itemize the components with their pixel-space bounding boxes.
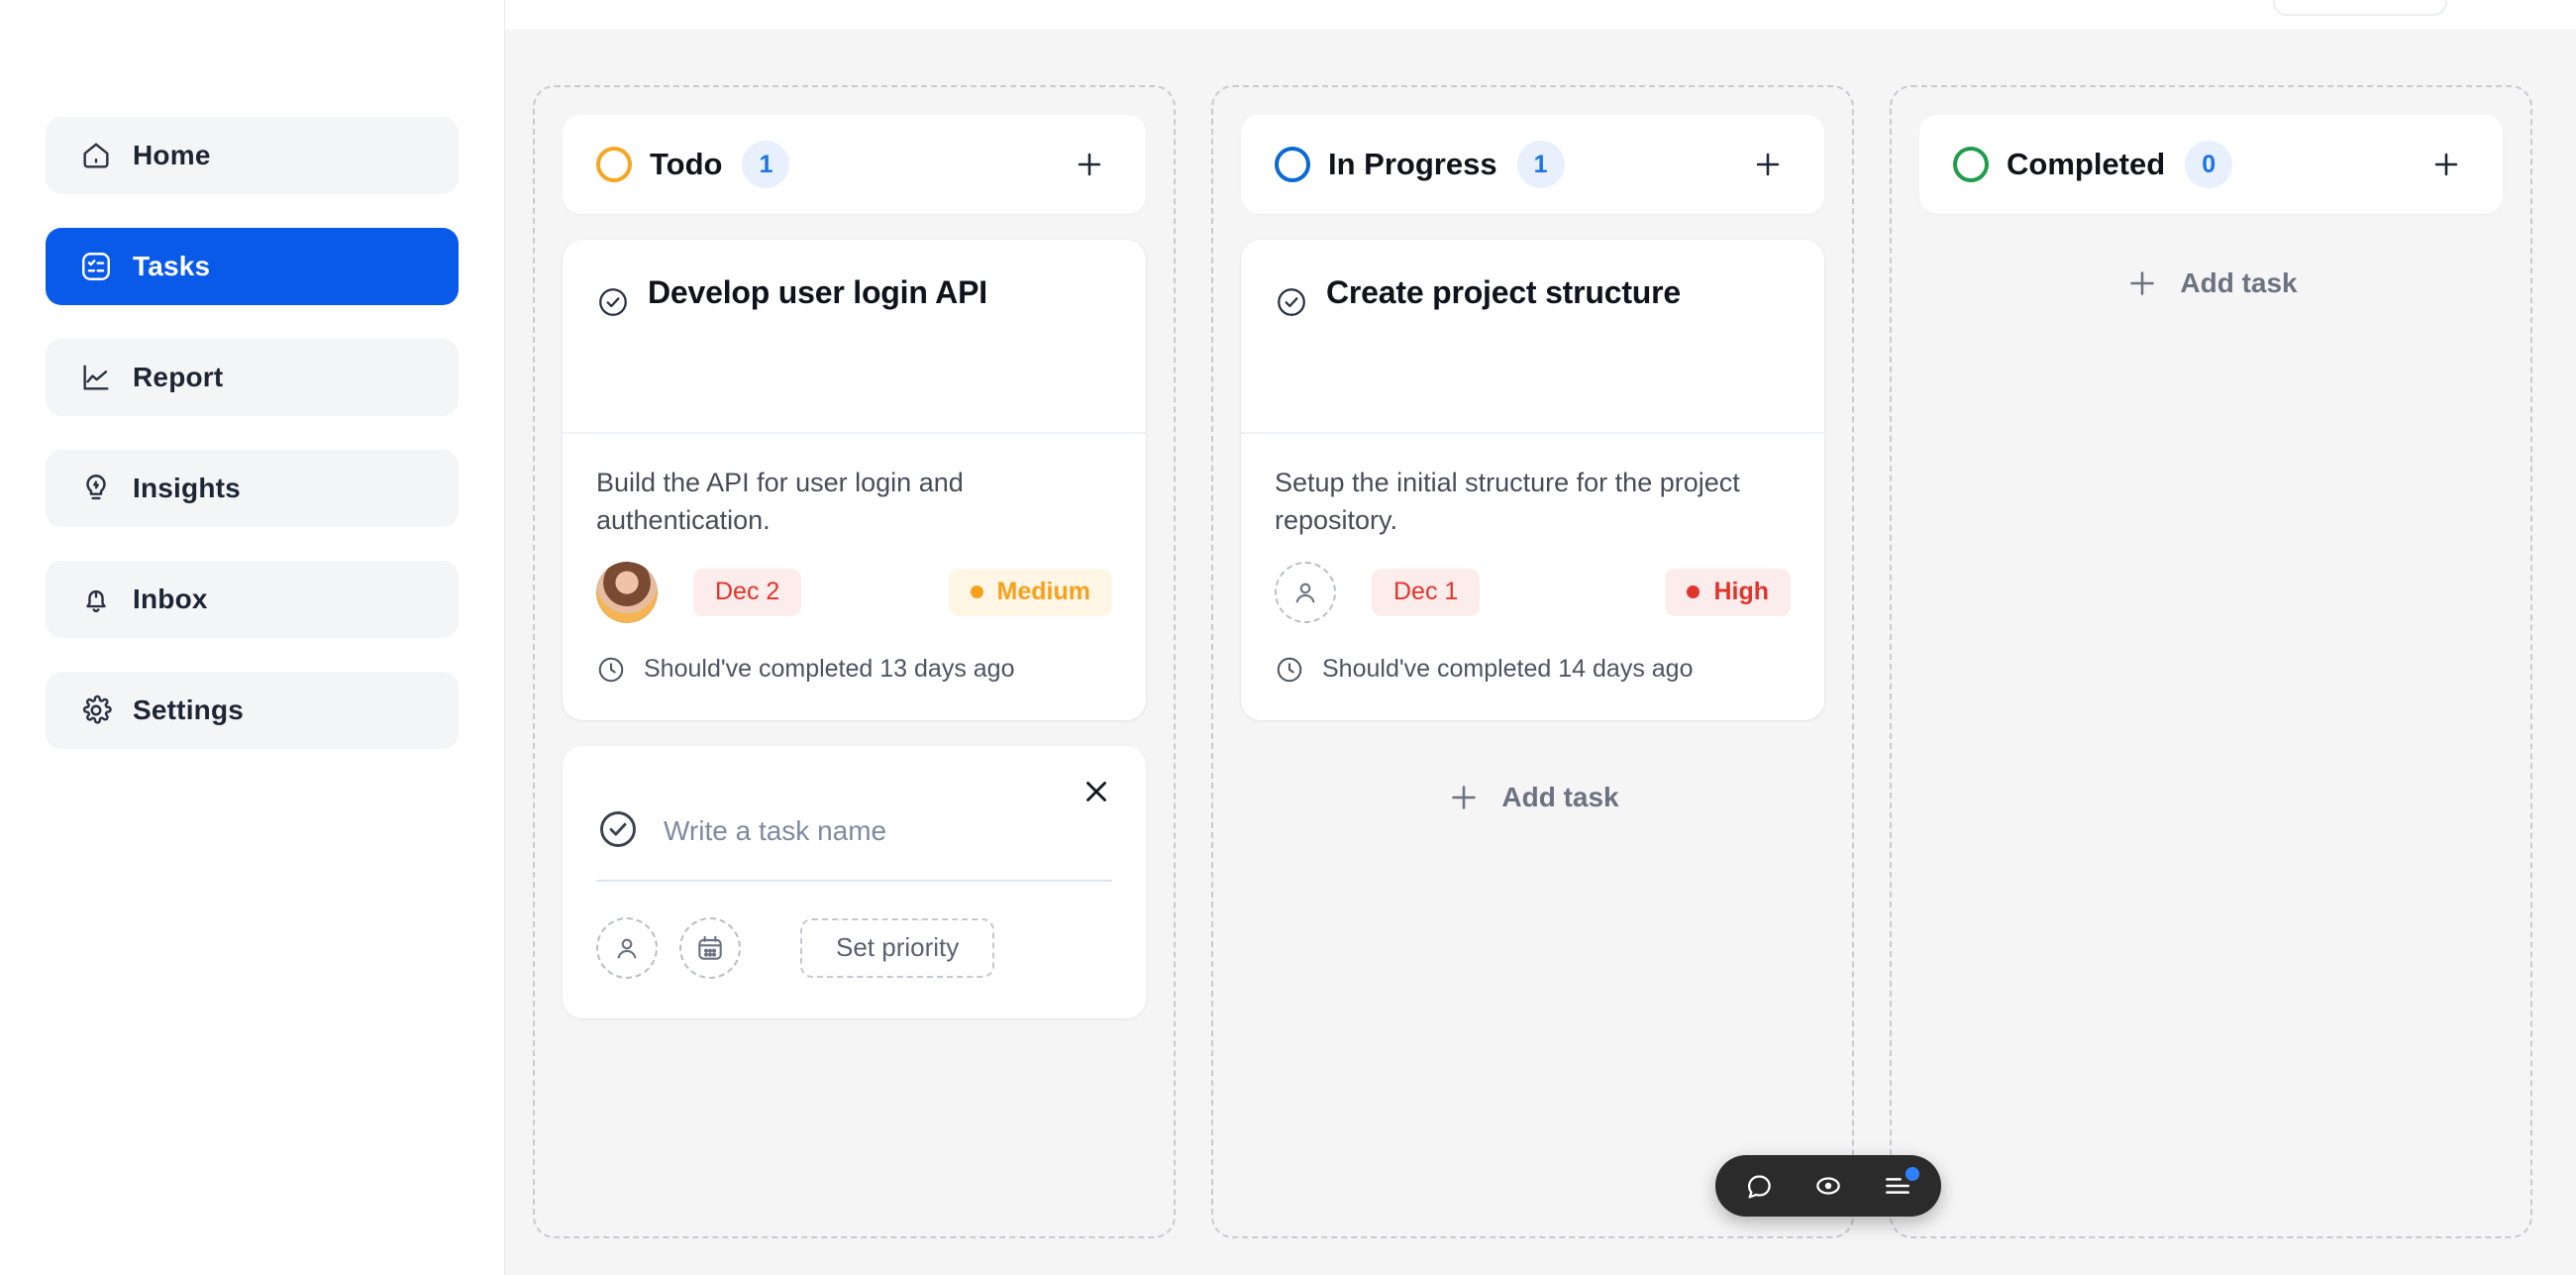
- clock-icon: [1277, 657, 1302, 682]
- task-priority-label: Medium: [996, 578, 1090, 606]
- task-due-date-badge[interactable]: Dec 1: [1372, 568, 1481, 616]
- task-priority-badge[interactable]: High: [1665, 568, 1791, 616]
- assignee-picker-button[interactable]: [596, 916, 658, 979]
- column-count-badge: 0: [2185, 141, 2233, 188]
- sidebar-item-label: Inbox: [133, 584, 208, 614]
- status-circle-icon: [596, 147, 632, 182]
- task-overdue-row: Should've completed 13 days ago: [596, 655, 1112, 685]
- sidebar-item-label: Home: [133, 140, 211, 170]
- task-meta-row: Dec 1 High: [1275, 561, 1791, 623]
- sidebar-item-settings[interactable]: Settings: [46, 672, 459, 749]
- column-title: Todo: [650, 147, 723, 181]
- task-due-date-badge[interactable]: Dec 2: [693, 568, 802, 616]
- task-overdue-text: Should've completed 14 days ago: [1322, 655, 1694, 684]
- column-header-todo: Todo 1: [563, 115, 1146, 214]
- task-description: Build the API for user login and authent…: [596, 468, 964, 536]
- check-circle-icon[interactable]: [1275, 285, 1308, 402]
- column-header-completed: Completed 0: [1919, 115, 2503, 214]
- home-icon: [79, 139, 113, 172]
- comment-icon[interactable]: [1739, 1166, 1779, 1206]
- new-task-composer: Write a task name Set priority: [563, 745, 1146, 1018]
- task-card-body: Build the API for user login and authent…: [563, 434, 1146, 720]
- task-name-input-row[interactable]: Write a task name: [596, 807, 1112, 882]
- sidebar-item-label: Tasks: [133, 251, 211, 281]
- column-header-in-progress: In Progress 1: [1241, 115, 1824, 214]
- sidebar-item-inbox[interactable]: Inbox: [46, 561, 459, 638]
- task-card[interactable]: Develop user login API Build the API for…: [563, 240, 1146, 720]
- column-in-progress: In Progress 1 Create project structure S…: [1211, 85, 1854, 1238]
- user-icon: [617, 938, 637, 959]
- sidebar-item-tasks[interactable]: Tasks: [46, 228, 459, 305]
- sidebar-item-home[interactable]: Home: [46, 117, 459, 194]
- add-task-button[interactable]: Add task: [1919, 266, 2503, 301]
- due-date-picker-button[interactable]: [679, 916, 741, 979]
- check-circle-icon[interactable]: [596, 807, 640, 856]
- notification-dot-icon: [1906, 1167, 1919, 1181]
- column-count-badge: 1: [742, 141, 790, 188]
- tasks-icon: [79, 250, 113, 283]
- task-overdue-text: Should've completed 13 days ago: [644, 655, 1015, 684]
- sidebar-item-label: Report: [133, 362, 224, 392]
- chart-icon: [79, 361, 113, 394]
- add-task-plus-icon[interactable]: [2423, 142, 2469, 187]
- sidebar-item-label: Settings: [133, 694, 245, 725]
- menu-lines-icon[interactable]: [1878, 1166, 1919, 1206]
- task-card-header: Develop user login API: [563, 240, 1146, 434]
- task-name-input[interactable]: Write a task name: [664, 815, 886, 847]
- add-task-button[interactable]: Add task: [1241, 780, 1824, 815]
- column-title: In Progress: [1328, 147, 1497, 181]
- status-circle-icon: [1953, 147, 1989, 182]
- composer-toolbar: Set priority: [596, 916, 1112, 979]
- assignee-placeholder[interactable]: [1275, 561, 1336, 623]
- status-circle-icon: [1275, 147, 1310, 182]
- task-card-header: Create project structure: [1241, 240, 1824, 434]
- task-priority-label: High: [1713, 578, 1769, 606]
- avatar[interactable]: [596, 561, 658, 623]
- sidebar-item-report[interactable]: Report: [46, 339, 459, 416]
- task-overdue-row: Should've completed 14 days ago: [1275, 655, 1791, 685]
- clock-icon: [598, 657, 624, 682]
- column-todo: Todo 1 Develop user login API Build the …: [533, 85, 1176, 1238]
- app-root: Home Tasks Report Insights Inbox Setting…: [0, 0, 2576, 1275]
- sidebar-item-insights[interactable]: Insights: [46, 450, 459, 527]
- priority-dot-icon: [970, 585, 983, 599]
- sidebar: Home Tasks Report Insights Inbox Setting…: [0, 0, 505, 1275]
- bell-icon: [79, 583, 113, 616]
- header-button-partial[interactable]: [2273, 0, 2447, 16]
- calendar-icon: [698, 935, 722, 960]
- add-task-plus-icon[interactable]: [1067, 142, 1112, 187]
- task-title: Develop user login API: [648, 274, 987, 310]
- add-task-label: Add task: [2180, 267, 2298, 298]
- gear-icon: [79, 693, 113, 727]
- floating-toolbar: [1715, 1155, 1941, 1217]
- add-task-label: Add task: [1501, 781, 1619, 812]
- add-task-plus-icon[interactable]: [1745, 142, 1791, 187]
- kanban-board: Todo 1 Develop user login API Build the …: [505, 30, 2576, 1275]
- sidebar-item-label: Insights: [133, 473, 241, 503]
- task-description: Setup the initial structure for the proj…: [1275, 468, 1740, 536]
- header-strip: [505, 0, 2576, 30]
- task-title: Create project structure: [1326, 274, 1681, 310]
- check-circle-icon[interactable]: [596, 285, 630, 402]
- board-area: Todo 1 Develop user login API Build the …: [505, 0, 2576, 1275]
- plus-icon: [1452, 785, 1477, 809]
- priority-dot-icon: [1687, 585, 1700, 599]
- close-icon[interactable]: [1077, 772, 1116, 811]
- task-meta-row: Dec 2 Medium: [596, 561, 1112, 623]
- column-completed: Completed 0 Add task: [1890, 85, 2532, 1238]
- user-icon: [1295, 583, 1315, 603]
- column-title: Completed: [2007, 147, 2166, 181]
- task-card-body: Setup the initial structure for the proj…: [1241, 434, 1824, 720]
- eye-icon[interactable]: [1808, 1166, 1848, 1206]
- plus-icon: [2130, 271, 2155, 295]
- task-priority-badge[interactable]: Medium: [948, 568, 1112, 616]
- column-count-badge: 1: [1516, 141, 1565, 188]
- set-priority-button[interactable]: Set priority: [800, 917, 995, 978]
- lightbulb-icon: [79, 472, 113, 505]
- task-card[interactable]: Create project structure Setup the initi…: [1241, 240, 1824, 720]
